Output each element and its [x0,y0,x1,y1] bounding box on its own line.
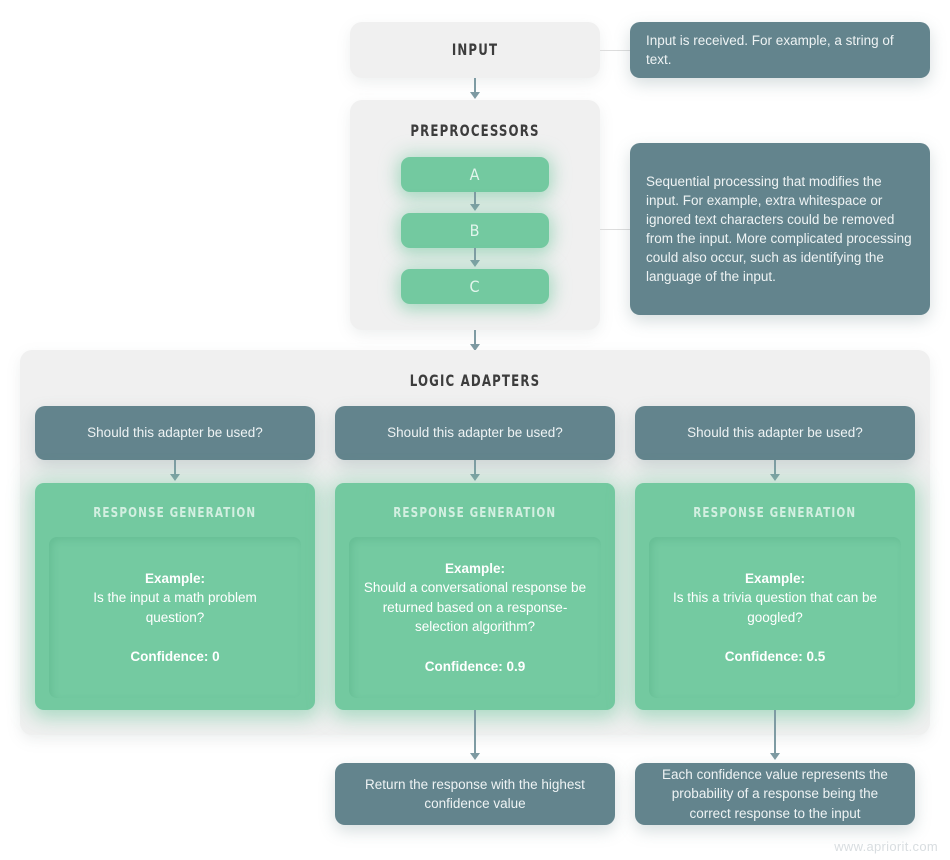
response-generation-body-2: Example: Should a conversational respons… [349,537,601,698]
arrow-a-to-b-head [470,204,480,211]
adapter-question-1-text: Should this adapter be used? [87,425,263,441]
return-response-box: Return the response with the highest con… [335,763,615,825]
preprocessor-step-a-label: A [469,165,481,184]
preprocessor-step-c-label: C [469,277,481,296]
return-response-text: Return the response with the highest con… [365,776,585,811]
arrow-to-confidence-box-line [774,710,776,755]
response-generation-card-1: RESPONSE GENERATION Example: Is the inpu… [35,483,315,710]
adapter-question-2: Should this adapter be used? [335,406,615,460]
response-generation-body-1: Example: Is the input a math problem que… [49,537,301,698]
response-generation-card-2: RESPONSE GENERATION Example: Should a co… [335,483,615,710]
preprocessor-step-c: C [401,269,549,304]
response-generation-title-3: RESPONSE GENERATION [693,505,857,521]
adapter-question-1: Should this adapter be used? [35,406,315,460]
arrow-b-to-c-head [470,260,480,267]
logic-adapters-title: LOGIC ADAPTERS [409,371,541,390]
preprocessors-note: Sequential processing that modifies the … [630,143,930,315]
adapter-question-3-text: Should this adapter be used? [687,425,863,441]
response-generation-title-1: RESPONSE GENERATION [93,505,257,521]
watermark: www.apriorit.com [834,839,938,854]
arrow-to-confidence-box-head [770,753,780,760]
example-label-2: Example: [444,560,506,576]
preprocessors-note-text: Sequential processing that modifies the … [646,173,912,285]
adapter-question-2-text: Should this adapter be used? [387,425,563,441]
response-generation-card-3: RESPONSE GENERATION Example: Is this a t… [635,483,915,710]
input-box: INPUT [350,22,600,78]
response-generation-title-2: RESPONSE GENERATION [393,505,557,521]
arrow-q1-to-rg1-head [170,474,180,481]
example-label-1: Example: [144,570,206,586]
confidence-value-1: Confidence: 0 [130,648,220,664]
adapter-question-3: Should this adapter be used? [635,406,915,460]
input-note-text: Input is received. For example, a string… [646,32,894,67]
diagram-canvas: INPUT Input is received. For example, a … [0,0,950,860]
example-label-3: Example: [744,570,806,586]
example-text-2: Should a conversational response be retu… [363,580,587,635]
confidence-explanation-text: Each confidence value represents the pro… [662,767,888,821]
arrow-q3-to-rg3-head [770,474,780,481]
confidence-explanation-box: Each confidence value represents the pro… [635,763,915,825]
preprocessor-step-b-label: B [469,221,481,240]
arrow-q2-to-rg2-head [470,474,480,481]
connector-input-note [600,50,630,51]
confidence-value-2: Confidence: 0.9 [424,658,526,674]
input-title: INPUT [451,40,499,59]
arrow-input-to-preprocessors-head [470,92,480,99]
input-note: Input is received. For example, a string… [630,22,930,78]
connector-preprocessors-note [600,229,630,230]
confidence-value-3: Confidence: 0.5 [724,648,826,664]
preprocessors-title: PREPROCESSORS [410,121,540,140]
example-text-1: Is the input a math problem question? [93,590,257,625]
arrow-to-return-box-line [474,710,476,755]
preprocessor-step-a: A [401,157,549,192]
arrow-to-return-box-head [470,753,480,760]
preprocessor-step-b: B [401,213,549,248]
response-generation-body-3: Example: Is this a trivia question that … [649,537,901,698]
example-text-3: Is this a trivia question that can be go… [672,590,878,625]
